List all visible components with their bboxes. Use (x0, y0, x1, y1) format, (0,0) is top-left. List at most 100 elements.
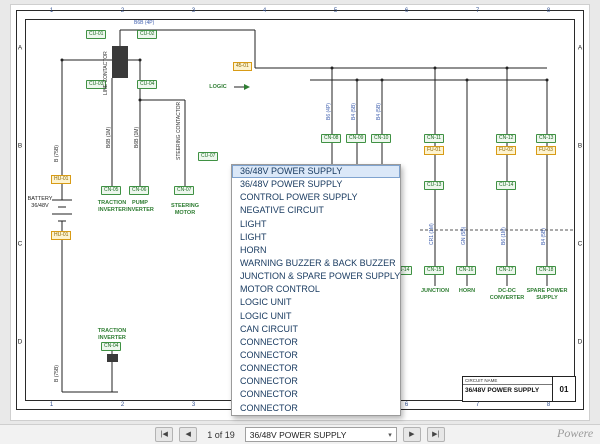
menu-item[interactable]: WARNING BUZZER & BACK BUZZER (232, 257, 400, 270)
wire-label: B6 (4P) (326, 103, 332, 120)
connector-label: CN-08 (321, 134, 341, 143)
grid-row-label: B (578, 143, 582, 150)
menu-item[interactable]: LOGIC UNIT (232, 310, 400, 323)
wire-label: B6B (1M) (106, 127, 112, 148)
connector-label: CN-16 (456, 266, 476, 275)
fuse-label: HU-01 (51, 231, 71, 240)
connector-label: CN-09 (346, 134, 366, 143)
grid-col-label: 7 (476, 402, 479, 408)
grid-col-label: 4 (263, 8, 266, 14)
component-name: BATTERY 36/48V (28, 196, 53, 209)
grid-col-label: 6 (405, 402, 408, 408)
grid-col-label: 2 (121, 8, 124, 14)
page-dropdown-menu: 36/48V POWER SUPPLY36/48V POWER SUPPLYCO… (231, 164, 401, 416)
fuse-label: 45-01 (233, 62, 252, 71)
grid-row-label: B (18, 143, 22, 150)
menu-item[interactable]: 36/48V POWER SUPPLY (232, 178, 400, 191)
grid-col-label: 8 (547, 8, 550, 14)
menu-item[interactable]: CAN CIRCUIT (232, 323, 400, 336)
page-select-value: 36/48V POWER SUPPLY (250, 430, 347, 440)
wire-label: B6B (4P) (134, 20, 154, 26)
component-name: DC-DC CONVERTER (490, 288, 525, 301)
grid-row-label: D (578, 339, 583, 346)
pager-toolbar: |◀ ◀ 1 of 19 36/48V POWER SUPPLY ▾ ▶ ▶| (0, 424, 600, 444)
wire-label: B (75B) (54, 365, 60, 382)
page-indicator: 1 of 19 (207, 430, 235, 440)
grid-col-label: 3 (192, 8, 195, 14)
connector-label: CN-17 (496, 266, 516, 275)
menu-item[interactable]: CONTROL POWER SUPPLY (232, 191, 400, 204)
watermark-text: Powere (557, 426, 593, 441)
last-page-button[interactable]: ▶| (427, 427, 445, 442)
grid-col-label: 8 (547, 402, 550, 408)
title-block-main: CIRCUIT NAME 36/48V POWER SUPPLY (463, 377, 553, 401)
menu-item[interactable]: CONNECTOR (232, 388, 400, 401)
wire-label: B6B (1M) (134, 127, 140, 148)
connector-label: CN-11 (424, 134, 444, 143)
connector-label: CN-15 (424, 266, 444, 275)
connector-label: CN-10 (371, 134, 391, 143)
wire-label: GN (5B) (461, 227, 467, 245)
sheet-number: 01 (553, 377, 575, 401)
menu-item[interactable]: CONNECTOR (232, 349, 400, 362)
menu-item[interactable]: 36/48V POWER SUPPLY (232, 165, 400, 178)
wire-label: STEERING CONTACTOR (176, 102, 182, 160)
wire-label: B4 (5B) (351, 103, 357, 120)
connector-label: CN-07 (174, 186, 194, 195)
menu-item[interactable]: HORN (232, 244, 400, 257)
connector-label: CN-05 (101, 186, 121, 195)
wire-label: B4 (5B) (376, 103, 382, 120)
wire-label: LINE CONTACTOR (103, 51, 109, 95)
grid-col-label: 6 (405, 8, 408, 14)
fuse-label: FU-03 (536, 146, 556, 155)
first-page-button[interactable]: |◀ (155, 427, 173, 442)
wire-label: B (75B) (54, 145, 60, 162)
menu-item[interactable]: NEGATIVE CIRCUIT (232, 204, 400, 217)
grid-col-label: 1 (50, 402, 53, 408)
wire-label: CR1 (1M) (429, 223, 435, 245)
connector-label: CU-07 (198, 152, 218, 161)
component-name: TRACTION INVERTER (98, 328, 126, 341)
menu-item[interactable]: CONNECTOR (232, 336, 400, 349)
grid-row-label: D (18, 339, 23, 346)
grid-col-label: 2 (121, 402, 124, 408)
connector-label: CN-12 (496, 134, 516, 143)
menu-item[interactable]: LIGHT (232, 218, 400, 231)
component-name: STEERING MOTOR (171, 203, 199, 216)
fuse-label: FU-01 (424, 146, 444, 155)
grid-row-label: A (578, 45, 582, 52)
grid-col-label: 3 (192, 402, 195, 408)
connector-label: CU-04 (137, 80, 157, 89)
page-select[interactable]: 36/48V POWER SUPPLY ▾ (245, 427, 397, 442)
connector-label: CU-02 (137, 30, 157, 39)
grid-row-label: A (18, 45, 22, 52)
chevron-down-icon: ▾ (388, 431, 392, 439)
connector-label: CU-14 (496, 181, 516, 190)
menu-item[interactable]: LIGHT (232, 231, 400, 244)
wire-label: B4 (5B) (541, 228, 547, 245)
connector-label: CN-18 (536, 266, 556, 275)
grid-row-label: C (18, 241, 23, 248)
connector-label: CN-13 (536, 134, 556, 143)
menu-item[interactable]: MOTOR CONTROL (232, 283, 400, 296)
grid-col-label: 5 (334, 8, 337, 14)
component-name: LOGIC (209, 84, 226, 91)
menu-item[interactable]: CONNECTOR (232, 402, 400, 415)
menu-item[interactable]: LOGIC UNIT (232, 296, 400, 309)
fuse-label: FU-02 (496, 146, 516, 155)
menu-item[interactable]: JUNCTION & SPARE POWER SUPPLY (232, 270, 400, 283)
connector-label: CU-01 (86, 30, 106, 39)
component-name: HORN (459, 288, 475, 295)
grid-col-label: 1 (50, 8, 53, 14)
menu-item[interactable]: CONNECTOR (232, 362, 400, 375)
next-page-button[interactable]: ▶ (403, 427, 421, 442)
connector-label: CU-13 (424, 181, 444, 190)
prev-page-button[interactable]: ◀ (179, 427, 197, 442)
grid-col-label: 7 (476, 8, 479, 14)
title-block: CIRCUIT NAME 36/48V POWER SUPPLY 01 (462, 376, 576, 402)
connector-label: CN-04 (101, 342, 121, 351)
component-name: TRACTION INVERTER (98, 200, 126, 213)
component-name: PUMP INVERTER (126, 200, 154, 213)
menu-item[interactable]: CONNECTOR (232, 375, 400, 388)
grid-row-label: C (578, 241, 583, 248)
